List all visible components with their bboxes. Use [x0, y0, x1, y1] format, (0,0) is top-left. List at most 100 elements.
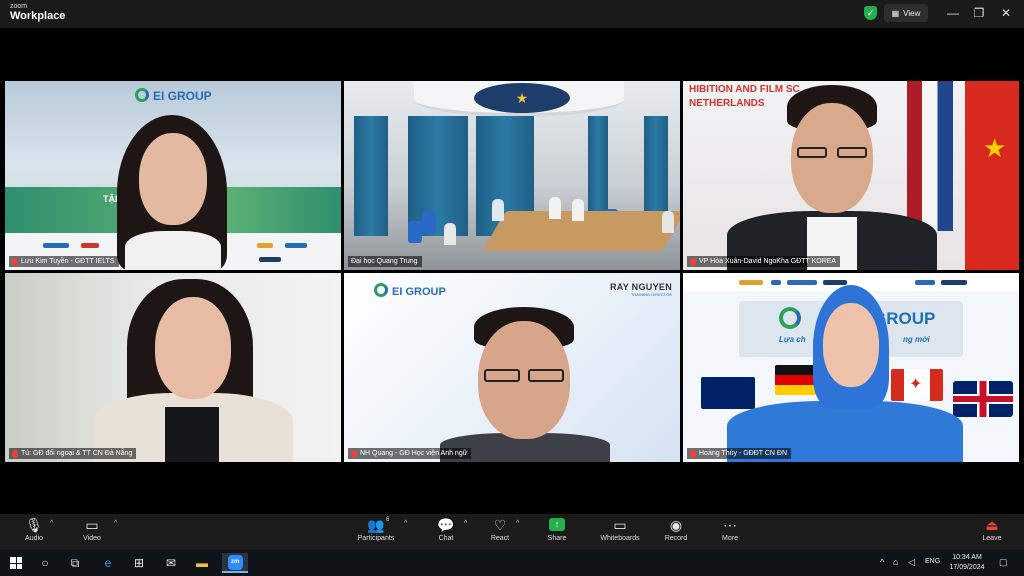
react-label: React: [490, 535, 510, 542]
backdrop-text: HIBITION AND FILM SC NETHERLANDS: [689, 83, 800, 111]
chair: [422, 211, 436, 233]
react-button[interactable]: ♡ React: [470, 516, 530, 548]
microphone-icon: 🎙: [25, 517, 43, 533]
backdrop-line-1: HIBITION AND FILM SC: [689, 84, 800, 95]
curtain: [354, 116, 388, 236]
whiteboards-button[interactable]: ▭ Whiteboards: [590, 516, 650, 548]
backdrop-line-2: NETHERLANDS: [689, 98, 765, 109]
clock-time: 10:34 AM: [952, 554, 982, 561]
chat-options-caret-icon[interactable]: ^: [464, 520, 467, 527]
ei-group-g-icon: [135, 88, 149, 102]
brand-line-1: zoom: [10, 3, 28, 10]
file-explorer-icon[interactable]: ▬: [191, 553, 213, 573]
new-zealand-flag: [701, 377, 755, 409]
mic-muted-icon: [690, 449, 696, 458]
edge-browser-icon[interactable]: e: [97, 553, 119, 573]
participants-options-caret-icon[interactable]: ^: [404, 520, 407, 527]
board-slogan-right: ng mới: [903, 335, 930, 344]
seated-person: [549, 197, 561, 219]
video-button[interactable]: ▭ Video: [62, 516, 122, 548]
participants-button[interactable]: 👥 6 Participants: [346, 516, 406, 548]
participants-icon: 👥: [367, 517, 385, 533]
more-label: More: [722, 535, 738, 542]
taskbar-clock[interactable]: 10:34 AM 17/09/2024: [945, 553, 989, 573]
view-button[interactable]: ▦ View: [884, 4, 928, 22]
audio-button[interactable]: 🎙 Audio: [4, 516, 64, 548]
volume-icon[interactable]: ◁: [908, 557, 915, 568]
view-label: View: [903, 8, 921, 18]
participant-name-tag: Lưu Kim Tuyền - GĐTT IELTS: [9, 256, 119, 267]
participant-name-tag: Hoàng Thủy - GĐĐT CN ĐN: [687, 448, 792, 459]
restore-icon[interactable]: ❐: [970, 5, 988, 21]
board-slogan-left: Lựa ch: [779, 335, 806, 344]
video-options-caret-icon[interactable]: ^: [114, 520, 117, 527]
more-button[interactable]: ⋯ More: [700, 516, 760, 548]
network-icon[interactable]: ⌂: [893, 557, 898, 567]
input-language[interactable]: ENG: [925, 558, 940, 565]
glasses-right: [837, 147, 867, 158]
zoom-taskbar-icon[interactable]: zm: [222, 553, 248, 573]
participant-body: [125, 231, 221, 270]
mic-muted-icon: [12, 257, 18, 266]
zoom-app-icon: zm: [227, 554, 243, 570]
seated-person: [444, 223, 456, 245]
video-tile-5[interactable]: EI GROUP RAY NGUYEN TRAINING DIRECTOR NH…: [344, 273, 680, 462]
participant-name-tag: NH Quang - GĐ Học viện Anh ngữ: [348, 448, 472, 459]
show-hidden-icons-icon[interactable]: ^: [880, 557, 884, 567]
maple-leaf-icon: ✦: [909, 376, 923, 393]
star-icon: ★: [983, 133, 1007, 163]
share-button[interactable]: ↑ Share: [527, 516, 587, 548]
ceiling-emblem-icon: ★: [474, 83, 570, 113]
ei-group-logo: EI GROUP: [135, 88, 212, 103]
seated-person: [492, 199, 504, 221]
participant-face: [791, 103, 873, 213]
participant-top: [165, 407, 219, 462]
ei-group-logo: EI GROUP: [374, 283, 446, 298]
video-tile-6[interactable]: GROUP Lựa ch ng mới ✦ Hoàng Thủy - GĐĐT …: [683, 273, 1019, 462]
glasses-left: [797, 147, 827, 158]
participant-face: [155, 297, 231, 399]
netherlands-flag: [907, 81, 953, 231]
record-button[interactable]: ◉ Record: [646, 516, 706, 548]
react-options-caret-icon[interactable]: ^: [516, 520, 519, 527]
search-icon[interactable]: ○: [34, 553, 56, 573]
presenter-name: RAY NGUYEN: [609, 282, 672, 292]
logo-label: EI GROUP: [392, 286, 446, 298]
title-bar: zoom Workplace ✓ ▦ View — ❐ ✕: [0, 0, 1024, 28]
video-tile-3[interactable]: HIBITION AND FILM SC NETHERLANDS ★ VP Hò…: [683, 81, 1019, 270]
store-icon[interactable]: ⊞: [128, 553, 150, 573]
video-tile-4[interactable]: Tú: GĐ đối ngoại & TT CN Đà Nẵng: [5, 273, 341, 462]
glasses-left: [484, 369, 520, 382]
meeting-toolbar: 🎙 Audio ^ ▭ Video ^ 👥 6 Participants ^ 💬…: [0, 514, 1024, 550]
logo-label: EI GROUP: [153, 89, 212, 103]
share-screen-icon: ↑: [549, 518, 565, 531]
participant-face: [139, 133, 207, 225]
encryption-shield-icon[interactable]: ✓: [864, 6, 877, 20]
vietnam-flag: ★: [965, 81, 1019, 270]
share-label: Share: [547, 535, 567, 542]
board-logo: [779, 307, 805, 332]
notifications-icon[interactable]: ▢: [999, 557, 1008, 568]
participant-face: [823, 303, 879, 387]
brand-line-2: Workplace: [10, 10, 66, 22]
audio-options-caret-icon[interactable]: ^: [50, 520, 53, 527]
video-tile-2[interactable]: ★ Đại học Quang Trung: [344, 81, 680, 270]
participant-name: Lưu Kim Tuyền - GĐTT IELTS: [21, 258, 115, 265]
video-tile-1[interactable]: TẬP Đ EI GROUP Lưu Kim Tuyền - GĐTT IELT…: [5, 81, 341, 270]
windows-start-icon[interactable]: [5, 553, 27, 573]
clock-date: 17/09/2024: [949, 564, 985, 571]
leave-label: Leave: [982, 535, 1002, 542]
leave-button[interactable]: ⏏ Leave: [962, 516, 1022, 548]
more-dots-icon: ⋯: [723, 517, 737, 533]
leave-icon: ⏏: [985, 517, 999, 533]
canada-flag: ✦: [891, 369, 943, 401]
participants-label: Participants: [357, 535, 395, 542]
mail-icon[interactable]: ✉: [160, 553, 182, 573]
chair: [408, 221, 422, 243]
task-view-icon[interactable]: ⧉: [64, 553, 86, 573]
mic-muted-icon: [690, 257, 696, 266]
close-icon[interactable]: ✕: [997, 5, 1015, 21]
whiteboards-label: Whiteboards: [600, 535, 640, 542]
ei-group-g-icon: [374, 283, 388, 297]
minimize-icon[interactable]: —: [944, 5, 962, 21]
